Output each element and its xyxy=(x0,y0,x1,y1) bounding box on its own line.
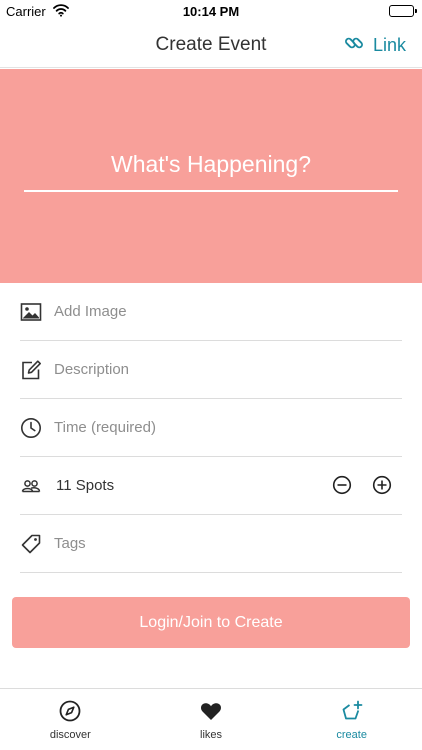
link-label: Link xyxy=(372,35,406,55)
plus-circle-icon[interactable] xyxy=(372,475,392,495)
compass-icon xyxy=(58,699,82,723)
navigation-bar: Create Event Link xyxy=(0,22,422,68)
create-icon xyxy=(340,699,364,723)
event-title-input[interactable]: What's Happening? xyxy=(24,151,398,178)
spots-stepper xyxy=(312,475,392,495)
login-join-create-button[interactable]: Login/Join to Create xyxy=(12,597,410,648)
tab-create-label: create xyxy=(336,729,367,741)
spots-count: 11 Spots xyxy=(56,477,115,494)
status-bar: Carrier 10:14 PM xyxy=(0,0,422,22)
spots-row: 11 Spots xyxy=(20,457,402,515)
tags-input[interactable]: Tags xyxy=(54,535,86,552)
description-row[interactable]: Description xyxy=(20,341,402,399)
time-input[interactable]: Time (required) xyxy=(54,419,156,436)
tags-row[interactable]: Tags xyxy=(20,515,402,573)
description-input[interactable]: Description xyxy=(54,361,129,378)
event-title-banner: What's Happening? xyxy=(0,69,422,283)
tag-icon xyxy=(20,533,42,555)
people-icon xyxy=(20,475,42,497)
clock-icon xyxy=(20,417,42,439)
edit-icon xyxy=(20,359,42,381)
battery-icon xyxy=(389,5,417,17)
tab-bar: discover likes create xyxy=(0,688,422,750)
add-image-label: Add Image xyxy=(54,303,127,320)
image-icon xyxy=(20,301,42,323)
tab-discover-label: discover xyxy=(49,729,91,741)
link-icon xyxy=(343,32,373,59)
minus-circle-icon[interactable] xyxy=(332,475,352,495)
heart-icon xyxy=(199,699,223,723)
tab-discover[interactable]: discover xyxy=(0,689,141,750)
tab-create[interactable]: create xyxy=(281,689,422,750)
status-time: 10:14 PM xyxy=(182,4,240,19)
add-image-row[interactable]: Add Image xyxy=(20,283,402,341)
tab-likes[interactable]: likes xyxy=(141,689,282,750)
tab-likes-label: likes xyxy=(200,729,223,741)
time-row[interactable]: Time (required) xyxy=(20,399,402,457)
link-button[interactable]: Link xyxy=(343,32,406,59)
title-underline xyxy=(24,190,398,192)
